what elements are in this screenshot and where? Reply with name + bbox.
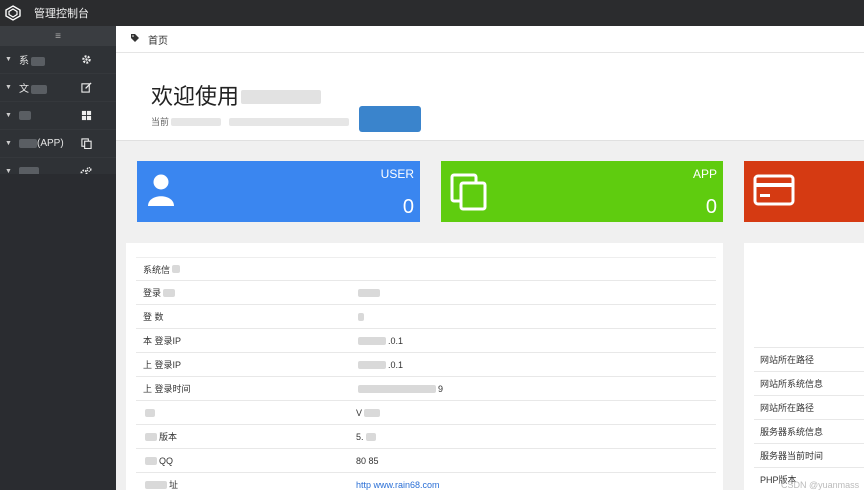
stat-card-third[interactable]: [744, 161, 864, 222]
copy-icon: [80, 138, 92, 150]
app-title: 管理控制台: [34, 8, 89, 20]
panel-title: 系统信: [143, 263, 182, 276]
server-info-panel: 网站所在路径 网站所系统信息 网站所在路径 服务器系统信息 服务器当前时间 PH…: [744, 243, 864, 490]
table-row: 登录: [136, 280, 716, 304]
system-info-panel: 系统信 登录 登 数 本 登录IP .0.1 上 登录IP .0.1 上 登录时…: [126, 243, 723, 490]
sidebar-toggle-button[interactable]: ≡: [0, 26, 116, 46]
stat-card-user[interactable]: USER 0: [137, 161, 420, 222]
caret-down-icon: ▼: [5, 112, 12, 119]
stat-card-label: USER: [380, 167, 414, 181]
logo-icon[interactable]: [0, 0, 26, 26]
table-row: 网站所在路径: [754, 347, 864, 371]
stat-card-app[interactable]: APP 0: [441, 161, 723, 222]
table-row: 网站所在路径: [754, 395, 864, 419]
credit-card-icon: [753, 173, 795, 210]
breadcrumb: 首页: [116, 26, 864, 53]
top-bar: 管理控制台: [0, 0, 864, 26]
table-row: QQ 80 85: [136, 448, 716, 472]
table-row: 服务器系统信息: [754, 419, 864, 443]
gear-icon: [80, 54, 92, 66]
caret-down-icon: ▼: [5, 84, 12, 91]
welcome-title: 欢迎使用: [151, 79, 323, 111]
table-row: 址 http www.rain68.com: [136, 472, 716, 490]
table-row: 上 登录IP .0.1: [136, 352, 716, 376]
breadcrumb-home-link[interactable]: 首页: [148, 32, 168, 47]
sidebar-item-system[interactable]: ▼ 系: [0, 46, 116, 74]
stat-card-value: 0: [705, 196, 717, 218]
user-icon: [146, 173, 176, 210]
table-row: 登 数: [136, 304, 716, 328]
sidebar-item-article[interactable]: ▼ 文: [0, 74, 116, 102]
edit-icon: [80, 82, 92, 94]
hamburger-icon: ≡: [55, 30, 61, 42]
sidebar: ≡ ▼ 系 ▼ 文 ▼ ▼ (APP) ▼: [0, 26, 116, 490]
stat-card-value: 0: [402, 196, 414, 218]
grid-icon: [80, 110, 92, 122]
caret-down-icon: ▼: [5, 140, 12, 147]
sidebar-menu: ▼ 系 ▼ 文 ▼ ▼ (APP) ▼: [0, 46, 116, 186]
stat-card-label: APP: [692, 167, 717, 181]
watermark: CSDN @yuanmass: [781, 480, 860, 490]
sidebar-item-label: (APP): [37, 138, 64, 149]
welcome-action-button[interactable]: [359, 106, 421, 132]
table-row: 网站所系统信息: [754, 371, 864, 395]
copy-icon: [450, 173, 488, 214]
table-row: V: [136, 400, 716, 424]
welcome-subtitle: 当前: [151, 115, 351, 128]
table-row: 服务器当前时间: [754, 443, 864, 467]
table-row: 版本 5.: [136, 424, 716, 448]
welcome-panel: 欢迎使用 当前: [116, 53, 864, 141]
sidebar-item-app[interactable]: ▼ (APP): [0, 130, 116, 158]
sidebar-item-label: 系: [19, 56, 29, 67]
website-link[interactable]: http www.rain68.com: [356, 480, 716, 490]
caret-down-icon: ▼: [5, 56, 12, 63]
sidebar-empty-area: [0, 174, 116, 490]
tag-icon: [130, 33, 140, 46]
sidebar-item-label: 文: [19, 84, 29, 95]
table-row: 本 登录IP .0.1: [136, 328, 716, 352]
sidebar-item-grid[interactable]: ▼: [0, 102, 116, 130]
table-row: 上 登录时间 9: [136, 376, 716, 400]
